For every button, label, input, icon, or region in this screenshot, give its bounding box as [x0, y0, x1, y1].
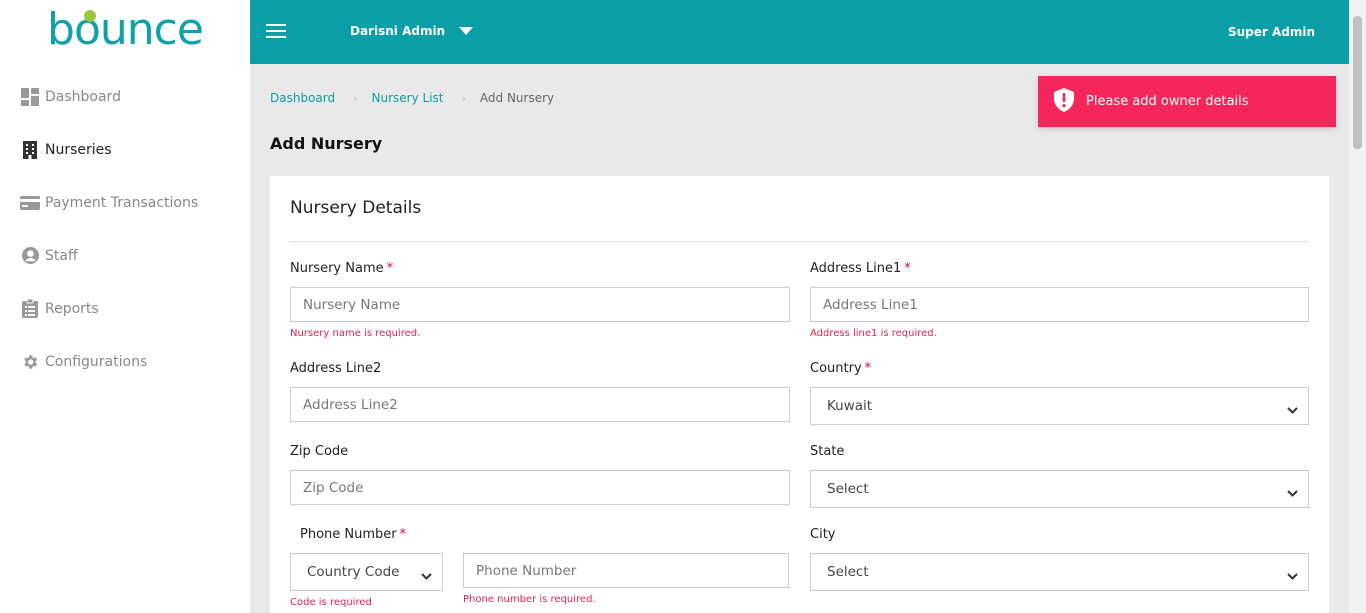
address-line2-input[interactable]	[290, 387, 790, 422]
sidebar-item-configurations[interactable]: Configurations	[0, 335, 250, 388]
clipboard-icon	[20, 299, 40, 319]
required-asterisk: *	[904, 261, 911, 276]
country-code-select[interactable]: Country Code	[290, 553, 443, 591]
sidebar-item-label: Configurations	[45, 353, 148, 370]
page-title: Add Nursery	[270, 134, 383, 153]
breadcrumb-dashboard[interactable]: Dashboard	[270, 91, 335, 105]
menu-toggle-icon[interactable]	[266, 24, 286, 40]
building-icon	[20, 140, 40, 160]
sidebar-item-staff[interactable]: Staff	[0, 229, 250, 282]
phone-number-label: Phone Number *	[300, 527, 406, 542]
topbar: Darisni Admin Super Admin	[250, 0, 1349, 64]
nursery-name-error: Nursery name is required.	[290, 328, 421, 339]
state-label: State	[810, 444, 845, 459]
country-code-value: Country Code	[307, 564, 400, 580]
chevron-down-icon	[1287, 568, 1298, 584]
state-select[interactable]: Select	[810, 470, 1309, 508]
required-asterisk: *	[386, 261, 394, 276]
phone-number-input[interactable]	[463, 553, 789, 588]
account-dropdown[interactable]: Darisni Admin	[350, 24, 474, 38]
credit-card-icon	[20, 193, 40, 213]
sidebar-item-label: Payment Transactions	[45, 194, 199, 211]
sidebar: bounce Dashboard Nurseries Payment Trans…	[0, 0, 250, 613]
country-select[interactable]: Kuwait	[810, 387, 1309, 425]
sidebar-item-nurseries[interactable]: Nurseries	[0, 123, 250, 176]
label-text: Address Line1	[810, 261, 902, 276]
nursery-name-input[interactable]	[290, 287, 790, 322]
chevron-down-icon	[421, 568, 432, 584]
divider	[290, 241, 1309, 242]
breadcrumb-nursery-list[interactable]: Nursery List	[372, 91, 444, 105]
chevron-down-icon	[1287, 402, 1298, 418]
required-asterisk: *	[864, 361, 872, 376]
logo[interactable]: bounce	[0, 0, 250, 64]
chevron-right-icon: ›	[461, 91, 466, 105]
chevron-down-icon	[1287, 485, 1298, 501]
shield-alert-icon	[1054, 87, 1074, 116]
required-asterisk: *	[399, 527, 407, 542]
label-text: Nursery Name	[290, 261, 384, 276]
sidebar-item-reports[interactable]: Reports	[0, 282, 250, 335]
sidebar-item-dashboard[interactable]: Dashboard	[0, 70, 250, 123]
sidebar-item-label: Reports	[45, 300, 99, 317]
gear-icon	[20, 352, 40, 372]
chevron-right-icon: ›	[353, 91, 358, 105]
breadcrumb: Dashboard › Nursery List › Add Nursery	[270, 91, 554, 105]
user-circle-icon	[20, 246, 40, 266]
user-role[interactable]: Super Admin	[1228, 25, 1315, 39]
country-value: Kuwait	[827, 398, 873, 414]
sidebar-item-label: Dashboard	[45, 88, 121, 105]
city-select[interactable]: Select	[810, 553, 1309, 591]
sidebar-item-label: Staff	[45, 247, 78, 264]
caret-down-icon	[459, 27, 474, 35]
address-line2-label: Address Line2	[290, 361, 382, 376]
city-value: Select	[827, 564, 869, 580]
scrollbar-thumb[interactable]	[1353, 16, 1362, 149]
country-label: Country *	[810, 361, 871, 376]
label-text: Phone Number	[300, 527, 397, 542]
address-line1-label: Address Line1 *	[810, 261, 911, 276]
phone-number-error: Phone number is required.	[463, 594, 596, 605]
page-scrollbar[interactable]	[1349, 0, 1366, 613]
logo-text: bounce	[47, 3, 204, 55]
label-text: Country	[810, 361, 862, 376]
country-code-error: Code is required	[290, 597, 372, 608]
section-title: Nursery Details	[290, 198, 422, 218]
sidebar-item-payment-transactions[interactable]: Payment Transactions	[0, 176, 250, 229]
zip-code-label: Zip Code	[290, 444, 349, 459]
toast-message: Please add owner details	[1086, 94, 1249, 109]
address-line1-error: Address line1 is required.	[810, 328, 937, 339]
nursery-name-label: Nursery Name *	[290, 261, 393, 276]
breadcrumb-current: Add Nursery	[479, 91, 555, 105]
error-toast[interactable]: Please add owner details	[1038, 76, 1336, 127]
sidebar-nav: Dashboard Nurseries Payment Transactions…	[0, 70, 250, 388]
nursery-details-card: Nursery Details Nursery Name * Nursery na…	[270, 176, 1329, 613]
address-line1-input[interactable]	[810, 287, 1309, 322]
account-name: Darisni Admin	[350, 24, 446, 38]
logo-dot	[84, 10, 96, 22]
sidebar-item-label: Nurseries	[45, 141, 112, 158]
zip-code-input[interactable]	[290, 470, 790, 505]
city-label: City	[810, 527, 836, 542]
dashboard-icon	[20, 87, 40, 107]
state-value: Select	[827, 481, 869, 497]
